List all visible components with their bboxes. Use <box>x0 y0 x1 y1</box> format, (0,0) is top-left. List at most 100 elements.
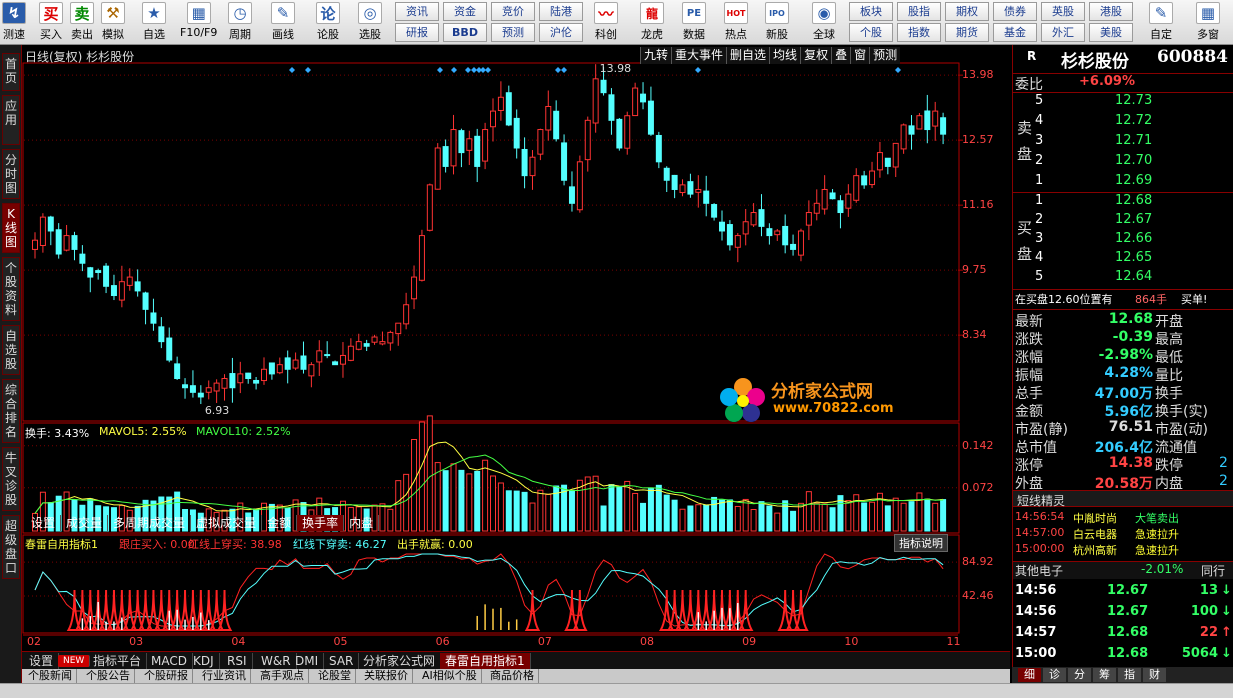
forex-button[interactable]: 外汇 <box>1041 23 1085 42</box>
forum-button[interactable]: 论论股 <box>316 2 340 43</box>
quote-tab[interactable]: 筹 <box>1093 668 1116 682</box>
simulate-button[interactable]: ⚒ 模拟 <box>101 2 125 43</box>
chart-btn[interactable]: 均线 <box>769 47 801 64</box>
volume-tab[interactable]: 成交量 <box>61 515 109 531</box>
ask-row[interactable]: 2 12.70 <box>1013 153 1233 171</box>
info-tab[interactable]: 关联报价 <box>360 669 413 683</box>
speed-test-button[interactable]: ↯ 测速 <box>2 2 26 43</box>
watchlist-button[interactable]: ★ 自选 <box>142 2 166 43</box>
indicator-tab[interactable]: 指标平台 <box>88 653 148 669</box>
bid-row[interactable]: 4 12.65 <box>1013 250 1233 268</box>
quote-tab[interactable]: 分 <box>1068 668 1091 682</box>
options-button[interactable]: 期权 <box>945 2 989 21</box>
uk-stocks-button[interactable]: 英股 <box>1041 2 1085 21</box>
ask-row[interactable]: 4 12.72 <box>1013 113 1233 131</box>
news-button[interactable]: 资讯 <box>395 2 439 21</box>
hk-connect-button[interactable]: 陆港 <box>539 2 583 21</box>
info-tab[interactable]: 商品价格 <box>486 669 539 683</box>
nav-ranking[interactable]: 综合排名 <box>2 379 20 443</box>
info-tab[interactable]: AI相似个股 <box>418 669 482 683</box>
multi-window-button[interactable]: ▦ 多窗 <box>1196 2 1220 43</box>
nav-watchlist[interactable]: 自选股 <box>2 325 20 375</box>
funds-button[interactable]: 基金 <box>993 23 1037 42</box>
volume-tab[interactable]: 换手率 <box>297 515 345 531</box>
index-futures-button[interactable]: 股指 <box>897 2 941 21</box>
info-tab[interactable]: 论股堂 <box>314 669 356 683</box>
nav-kline[interactable]: K线图 <box>2 203 20 253</box>
volume-tab[interactable]: 多周期成交量 <box>108 515 192 531</box>
quote-tab[interactable]: 指 <box>1118 668 1141 682</box>
ask-row[interactable]: 5 12.73 <box>1013 93 1233 111</box>
quote-tab[interactable]: 财 <box>1143 668 1166 682</box>
kline-chart[interactable]: 13.98 6.93 <box>22 45 1010 651</box>
info-tab[interactable]: 个股新闻 <box>24 669 77 683</box>
indicator-tab[interactable]: 春雷自用指标1 <box>440 653 531 669</box>
single-stock-button[interactable]: 个股 <box>849 23 893 42</box>
kline-chart-area[interactable]: 13.98 6.93 日线(复权) 杉杉股份 九转 重大事件 删自选 均线 复权叠窗预测 … <box>22 45 1010 651</box>
new-stock-button[interactable]: IPO 新股 <box>765 2 789 43</box>
sector-button[interactable]: 板块 <box>849 2 893 21</box>
chart-btn[interactable]: 重大事件 <box>671 47 727 64</box>
indicator-tab[interactable]: DMI <box>290 653 325 669</box>
customize-button[interactable]: ✎ 自定 <box>1149 2 1173 43</box>
bid-row[interactable]: 2 12.67 <box>1013 212 1233 230</box>
fund-button[interactable]: 资金 <box>443 2 487 21</box>
hotspot-button[interactable]: HOT 热点 <box>724 2 748 43</box>
info-tab[interactable]: 个股研报 <box>140 669 193 683</box>
period-button[interactable]: ◷ 周期 <box>228 2 252 43</box>
chart-btn[interactable]: 九转 <box>640 47 672 64</box>
stock-picker-button[interactable]: ◎ 选股 <box>358 2 382 43</box>
chart-btn[interactable]: 复权 <box>800 47 832 64</box>
global-button[interactable]: ◉ 全球 <box>812 2 836 43</box>
indicator-tab[interactable]: 设置 <box>24 653 60 669</box>
research-button[interactable]: 研报 <box>395 23 439 42</box>
chart-btn[interactable]: 删自选 <box>726 47 770 64</box>
alert-row[interactable]: 15:00:00 杭州高新 急速拉升 <box>1013 542 1233 560</box>
chart-btn[interactable]: 窗 <box>850 47 870 64</box>
nav-profile[interactable]: 个股资料 <box>2 257 20 321</box>
indicator-tab[interactable]: KDJ <box>188 653 220 669</box>
volume-tab[interactable]: 设置 <box>26 515 62 531</box>
indicator-help-button[interactable]: 指标说明 <box>894 534 948 552</box>
nav-timeshare[interactable]: 分时图 <box>2 149 20 199</box>
info-tab[interactable]: 行业资讯 <box>198 669 251 683</box>
bbd-button[interactable]: BBD <box>443 23 487 42</box>
ask-row[interactable]: 1 12.69 <box>1013 173 1233 191</box>
indicator-tab[interactable]: MACD <box>146 653 193 669</box>
volume-tab[interactable]: 内盘 <box>344 515 380 531</box>
us-stocks-button[interactable]: 美股 <box>1089 23 1133 42</box>
volume-tab[interactable]: 虚拟成交量 <box>191 515 263 531</box>
indicator-tab[interactable]: RSI <box>222 653 253 669</box>
chart-btn[interactable]: 预测 <box>869 47 901 64</box>
peer-button[interactable]: 同行 <box>1201 562 1225 579</box>
shanghai-london-button[interactable]: 沪伦 <box>539 23 583 42</box>
hk-stocks-button[interactable]: 港股 <box>1089 2 1133 21</box>
indicator-tab[interactable]: 分析家公式网 <box>358 653 442 669</box>
nav-diagnose[interactable]: 牛叉诊股 <box>2 447 20 511</box>
drawline-button[interactable]: ✎ 画线 <box>271 2 295 43</box>
bid-row[interactable]: 3 12.66 <box>1013 231 1233 249</box>
chart-btn[interactable]: 叠 <box>831 47 851 64</box>
indicator-tab[interactable]: SAR <box>324 653 360 669</box>
data-button[interactable]: PE 数据 <box>682 2 706 43</box>
nav-home[interactable]: 首页 <box>2 53 20 91</box>
ask-row[interactable]: 3 12.71 <box>1013 133 1233 151</box>
quote-tab[interactable]: 诊 <box>1043 668 1066 682</box>
quote-tab[interactable]: 细 <box>1018 668 1041 682</box>
index-button[interactable]: 指数 <box>897 23 941 42</box>
dragon-tiger-button[interactable]: 龍龙虎 <box>640 2 664 43</box>
nav-super-quote[interactable]: 超级盘口 <box>2 515 20 579</box>
buy-button[interactable]: 买买入 <box>39 2 63 43</box>
nav-apps[interactable]: 应用 <box>2 95 20 145</box>
forecast-button[interactable]: 预测 <box>491 23 535 42</box>
sell-button[interactable]: 卖卖出 <box>70 2 94 43</box>
futures-button[interactable]: 期货 <box>945 23 989 42</box>
info-tab[interactable]: 高手观点 <box>256 669 309 683</box>
bonds-button[interactable]: 债券 <box>993 2 1037 21</box>
bid-row[interactable]: 1 12.68 <box>1013 193 1233 211</box>
info-tab[interactable]: 个股公告 <box>82 669 135 683</box>
f10-button[interactable]: ▦ F10/F9 <box>180 2 217 43</box>
volume-tab[interactable]: 金额 <box>262 515 298 531</box>
kechuang-button[interactable]: 〰科创 <box>594 2 618 43</box>
bid-row[interactable]: 5 12.64 <box>1013 269 1233 287</box>
